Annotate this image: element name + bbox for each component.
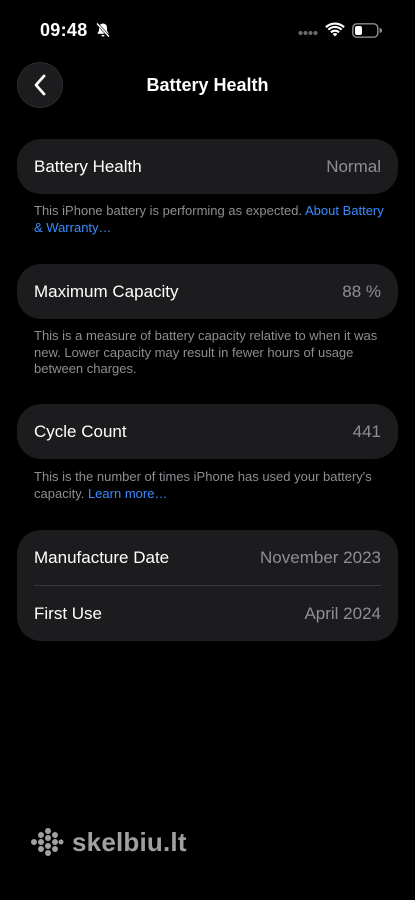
learn-more-link[interactable]: Learn more… — [88, 486, 167, 501]
cycle-count-card: Cycle Count 441 — [17, 404, 398, 459]
battery-health-footnote: This iPhone battery is performing as exp… — [34, 203, 384, 236]
battery-health-footnote-text: This iPhone battery is performing as exp… — [34, 203, 305, 218]
watermark: skelbiu.lt — [30, 822, 187, 862]
maximum-capacity-footnote-text: This is a measure of battery capacity re… — [34, 328, 378, 376]
cycle-count-footnote-text: This is the number of times iPhone has u… — [34, 469, 372, 501]
maximum-capacity-card: Maximum Capacity 88 % — [17, 264, 398, 319]
first-use-label: First Use — [34, 603, 102, 623]
first-use-value: April 2024 — [304, 603, 381, 623]
battery-health-value: Normal — [326, 156, 381, 176]
battery-health-label: Battery Health — [34, 156, 142, 176]
battery-health-card: Battery Health Normal — [17, 139, 398, 194]
manufacture-date-value: November 2023 — [260, 547, 381, 567]
maximum-capacity-label: Maximum Capacity — [34, 281, 179, 301]
maximum-capacity-footnote: This is a measure of battery capacity re… — [34, 328, 384, 378]
maximum-capacity-row: Maximum Capacity 88 % — [17, 264, 398, 319]
status-bar: 09:48 — [0, 0, 415, 60]
maximum-capacity-value: 88 % — [342, 281, 381, 301]
cycle-count-value: 441 — [352, 421, 381, 441]
cycle-count-footnote: This is the number of times iPhone has u… — [34, 469, 384, 502]
wifi-icon — [325, 22, 345, 37]
manufacture-date-row: Manufacture Date November 2023 — [17, 530, 398, 585]
cycle-count-row: Cycle Count 441 — [17, 404, 398, 459]
first-use-row: First Use April 2024 — [17, 586, 398, 641]
page-title: Battery Health — [146, 75, 269, 95]
cycle-count-label: Cycle Count — [34, 421, 127, 441]
battery-health-row: Battery Health Normal — [17, 139, 398, 194]
watermark-text: skelbiu.lt — [72, 826, 187, 857]
dates-card: Manufacture Date November 2023 First Use… — [17, 530, 398, 641]
watermark-logo-icon — [31, 828, 64, 856]
manufacture-date-label: Manufacture Date — [34, 547, 170, 567]
status-time: 09:48 — [40, 20, 88, 40]
battery-icon — [352, 23, 382, 38]
bell-slash-icon — [96, 22, 110, 38]
cellular-dots-icon — [298, 31, 318, 35]
